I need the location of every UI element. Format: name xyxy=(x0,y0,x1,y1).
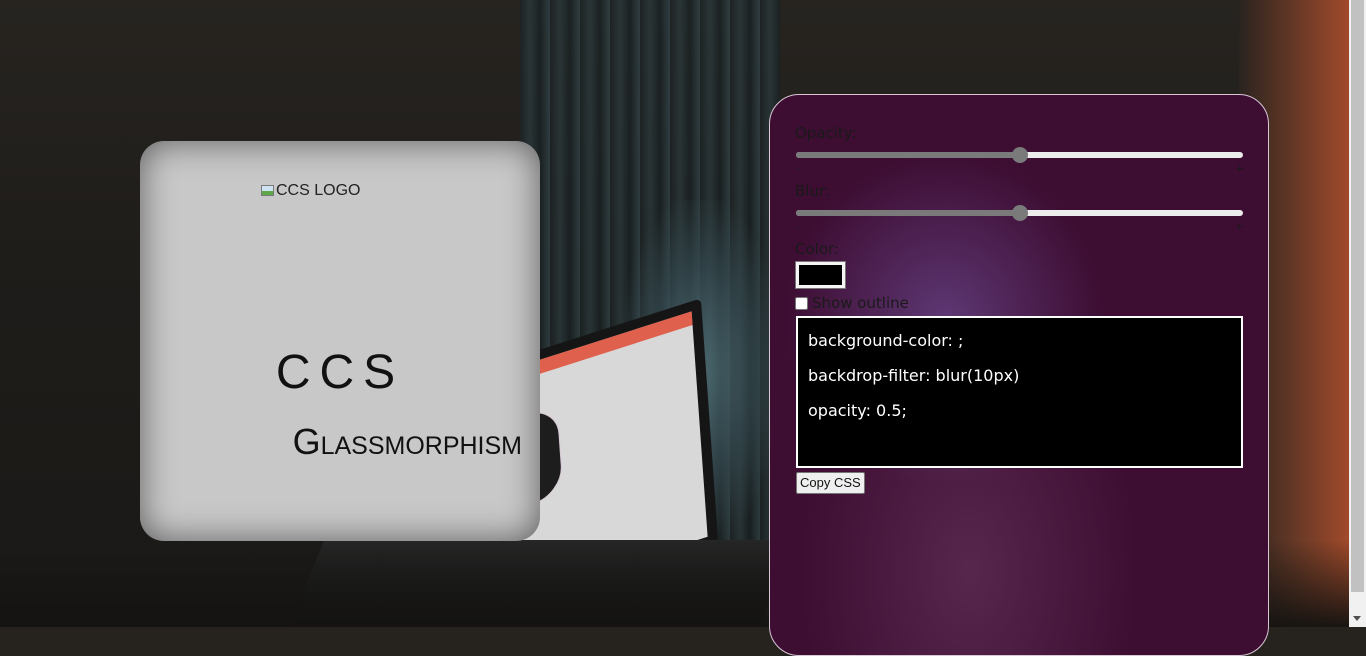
css-output-line: background-color: ; xyxy=(808,331,964,350)
opacity-slider[interactable] xyxy=(796,147,1243,163)
ccs-logo: CCS LOGO xyxy=(260,182,360,200)
blur-max-tick: + xyxy=(1235,220,1245,233)
copy-css-button[interactable]: Copy CSS xyxy=(796,472,865,494)
show-outline-label: Show outline xyxy=(812,294,909,312)
show-outline-checkbox[interactable] xyxy=(795,296,808,310)
opacity-slider-fill xyxy=(796,152,1020,158)
scrollbar-thumb[interactable] xyxy=(1351,0,1364,592)
ccs-logo-alt-text: CCS LOGO xyxy=(276,182,361,199)
vertical-scrollbar[interactable] xyxy=(1349,0,1366,627)
blur-min-tick: - xyxy=(796,220,800,233)
opacity-slider-thumb[interactable] xyxy=(1011,147,1028,163)
blur-slider-fill xyxy=(796,210,1020,216)
color-label: Color: xyxy=(795,240,839,258)
show-outline-row[interactable]: Show outline xyxy=(795,294,909,312)
blur-label: Blur: xyxy=(795,182,830,200)
broken-image-icon xyxy=(260,184,274,198)
scroll-down-arrow-icon[interactable] xyxy=(1353,616,1361,621)
card-subtitle: Glassmorphism xyxy=(292,421,522,462)
opacity-label: Opacity: xyxy=(795,124,857,142)
css-output-line: backdrop-filter: blur(10px) xyxy=(808,366,1020,385)
blur-slider[interactable] xyxy=(796,205,1243,221)
opacity-min-tick: - xyxy=(796,162,800,175)
glass-card: CCS LOGO CCS Glassmorphism xyxy=(140,141,540,541)
card-title: CCS xyxy=(275,346,405,399)
control-panel: Opacity: - + Blur: - + Color: Show outli… xyxy=(769,94,1269,656)
opacity-max-tick: + xyxy=(1235,162,1245,175)
color-picker[interactable] xyxy=(795,261,846,289)
css-output-box[interactable]: background-color: ; backdrop-filter: blu… xyxy=(796,316,1243,468)
blur-slider-thumb[interactable] xyxy=(1011,205,1028,221)
css-output-line: opacity: 0.5; xyxy=(808,401,907,420)
